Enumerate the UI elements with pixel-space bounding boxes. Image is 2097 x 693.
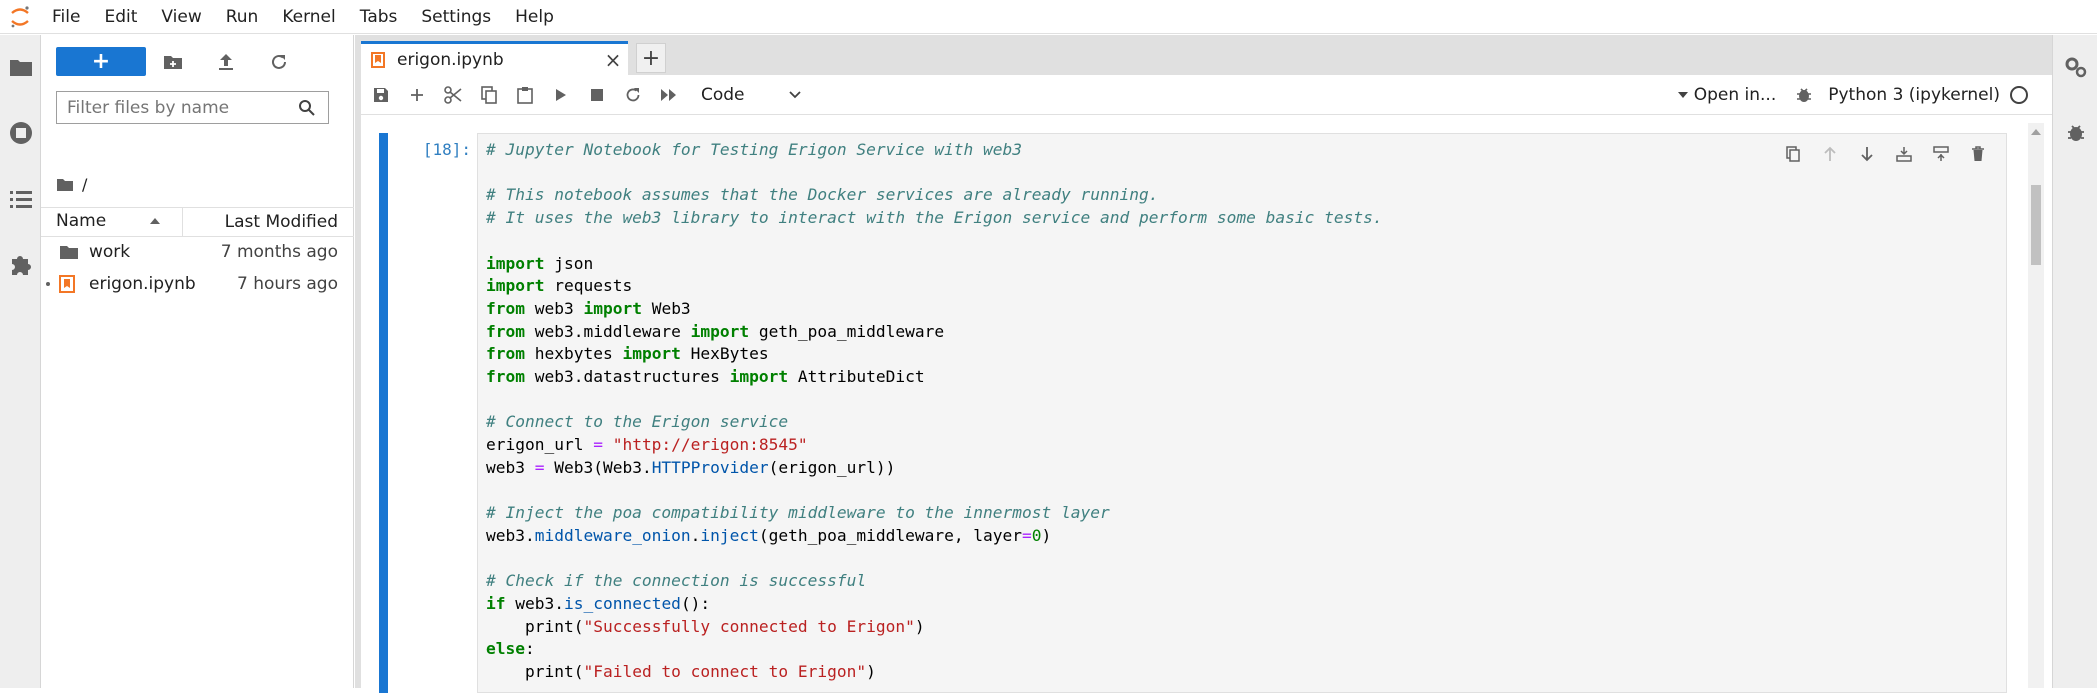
notebook-panel: Code Open in... Python 3 (ipykernel) [18… bbox=[361, 75, 2052, 693]
duplicate-cell-icon[interactable] bbox=[1774, 140, 1811, 168]
copy-icon[interactable] bbox=[471, 78, 507, 112]
column-modified-label: Last Modified bbox=[224, 212, 338, 232]
toolbar-right: Open in... Python 3 (ipykernel) bbox=[1677, 75, 2028, 115]
breadcrumb-root[interactable]: / bbox=[82, 175, 87, 194]
breadcrumb-folder-icon bbox=[56, 177, 74, 192]
folder-icon bbox=[59, 244, 81, 260]
file-name: work bbox=[89, 242, 131, 262]
paste-icon[interactable] bbox=[507, 78, 543, 112]
scroll-up-icon[interactable] bbox=[2031, 129, 2041, 135]
file-row-erigon-ipynb[interactable]: erigon.ipynb 7 hours ago bbox=[41, 269, 354, 299]
caret-down-icon bbox=[1677, 92, 1688, 98]
menu-help[interactable]: Help bbox=[503, 0, 566, 34]
execution-count: [18]: bbox=[422, 140, 471, 159]
new-launcher-label: + bbox=[91, 48, 111, 74]
tab-erigon-ipynb[interactable]: erigon.ipynb × bbox=[361, 41, 628, 75]
property-inspector-icon[interactable] bbox=[2053, 47, 2097, 87]
notebook-scrollbar[interactable] bbox=[2028, 123, 2044, 688]
notebook-toolbar: Code Open in... Python 3 (ipykernel) bbox=[361, 75, 2052, 115]
menu-kernel[interactable]: Kernel bbox=[270, 0, 347, 34]
file-modified: 7 hours ago bbox=[236, 274, 338, 294]
cell-toolbar bbox=[1774, 140, 1996, 168]
stop-icon[interactable] bbox=[579, 78, 615, 112]
file-row-work[interactable]: work 7 months ago bbox=[41, 237, 354, 267]
menu-bar: File Edit View Run Kernel Tabs Settings … bbox=[0, 0, 2097, 34]
open-in-button[interactable]: Open in... bbox=[1677, 85, 1777, 105]
tab-bar: erigon.ipynb × + bbox=[355, 35, 2052, 75]
main-area: erigon.ipynb × + Code Open in... Python … bbox=[355, 35, 2052, 693]
upload-icon[interactable] bbox=[211, 47, 241, 76]
cell-collapser[interactable] bbox=[379, 133, 388, 693]
menu-run[interactable]: Run bbox=[214, 0, 271, 34]
tab-label: erigon.ipynb bbox=[397, 49, 504, 70]
notebook-icon bbox=[371, 51, 387, 68]
menu-tabs[interactable]: Tabs bbox=[348, 0, 410, 34]
search-icon bbox=[298, 99, 315, 116]
code-editor[interactable]: # Jupyter Notebook for Testing Erigon Se… bbox=[477, 133, 2007, 693]
filter-files-input-wrapper bbox=[56, 91, 329, 124]
open-in-label: Open in... bbox=[1693, 85, 1777, 105]
file-browser-toolbar: + bbox=[41, 35, 354, 85]
menu-view[interactable]: View bbox=[149, 0, 213, 34]
new-launcher-button[interactable]: + bbox=[56, 47, 146, 76]
filter-files-input[interactable] bbox=[57, 97, 292, 118]
new-folder-icon[interactable] bbox=[158, 47, 188, 76]
add-cell-icon[interactable] bbox=[399, 78, 435, 112]
refresh-icon[interactable] bbox=[264, 47, 294, 76]
menu-edit[interactable]: Edit bbox=[92, 0, 149, 34]
file-name: erigon.ipynb bbox=[89, 274, 196, 294]
code-content[interactable]: # Jupyter Notebook for Testing Erigon Se… bbox=[486, 139, 1383, 684]
insert-below-icon[interactable] bbox=[1922, 140, 1959, 168]
jupyter-logo-icon bbox=[0, 0, 40, 34]
left-sidebar bbox=[0, 35, 41, 688]
file-modified: 7 months ago bbox=[220, 242, 338, 262]
kernel-name[interactable]: Python 3 (ipykernel) bbox=[1828, 85, 2000, 105]
scrollbar-thumb[interactable] bbox=[2031, 185, 2041, 265]
close-icon[interactable]: × bbox=[598, 48, 628, 72]
column-modified-header[interactable]: Last Modified bbox=[183, 212, 354, 232]
sort-ascending-icon bbox=[150, 218, 160, 224]
code-cell[interactable]: [18]: # Jupyter Notebook for Testing Eri… bbox=[379, 133, 2007, 693]
delete-cell-icon[interactable] bbox=[1959, 140, 1996, 168]
running-indicator bbox=[46, 282, 50, 286]
debugger-icon[interactable] bbox=[2053, 113, 2097, 153]
table-of-contents-icon[interactable] bbox=[0, 179, 41, 219]
run-icon[interactable] bbox=[543, 78, 579, 112]
folder-icon[interactable] bbox=[0, 47, 41, 87]
file-browser: + / Name Last Modified bbox=[41, 35, 354, 688]
cell-type-value: Code bbox=[701, 84, 745, 105]
right-sidebar bbox=[2052, 35, 2097, 688]
cut-icon[interactable] bbox=[435, 78, 471, 112]
cell-type-select[interactable]: Code bbox=[695, 80, 805, 110]
menu-file[interactable]: File bbox=[40, 0, 92, 34]
move-up-icon[interactable] bbox=[1811, 140, 1848, 168]
running-sessions-icon[interactable] bbox=[0, 113, 41, 153]
chevron-down-icon bbox=[789, 90, 801, 99]
restart-icon[interactable] bbox=[615, 78, 651, 112]
menu-settings[interactable]: Settings bbox=[409, 0, 503, 34]
column-name-header[interactable]: Name bbox=[41, 207, 183, 237]
insert-above-icon[interactable] bbox=[1885, 140, 1922, 168]
column-name-label: Name bbox=[56, 211, 107, 231]
kernel-status-icon bbox=[2010, 86, 2028, 104]
breadcrumb[interactable]: / bbox=[56, 171, 87, 197]
file-list-header: Name Last Modified bbox=[41, 207, 354, 237]
save-icon[interactable] bbox=[363, 78, 399, 112]
move-down-icon[interactable] bbox=[1848, 140, 1885, 168]
restart-run-all-icon[interactable] bbox=[651, 78, 687, 112]
add-tab-button[interactable]: + bbox=[636, 43, 666, 73]
extensions-icon[interactable] bbox=[0, 245, 41, 285]
notebook-icon bbox=[59, 275, 81, 293]
debugger-icon[interactable] bbox=[1796, 86, 1812, 104]
